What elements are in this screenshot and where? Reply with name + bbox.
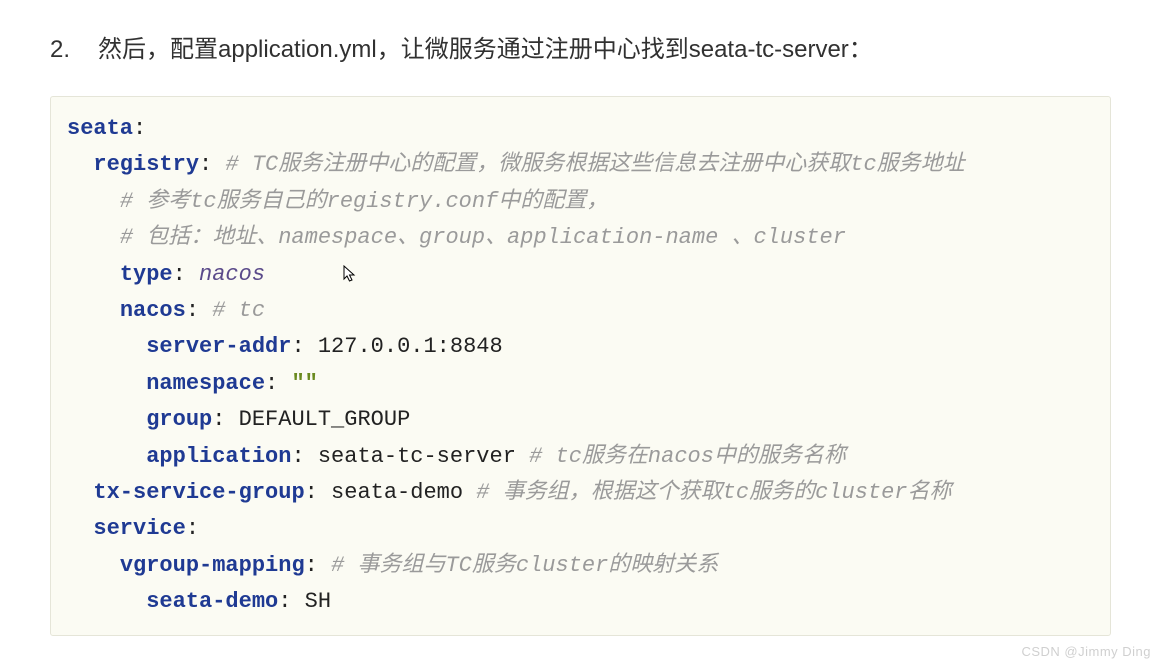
document-page: 2. 然后，配置application.yml，让微服务通过注册中心找到seat… <box>0 0 1161 636</box>
yaml-key: group <box>146 407 212 432</box>
yaml-key: service <box>93 516 185 541</box>
yaml-comment: # 包括：地址、namespace、group、application-name… <box>120 225 846 250</box>
yaml-key: application <box>146 444 291 469</box>
heading: 2. 然后，配置application.yml，让微服务通过注册中心找到seat… <box>50 32 1111 68</box>
watermark: CSDN @Jimmy Ding <box>1021 644 1151 659</box>
yaml-comment: # tc服务在nacos中的服务名称 <box>529 444 846 469</box>
yaml-key: type <box>120 262 173 287</box>
yaml-key: nacos <box>120 298 186 323</box>
heading-number: 2. <box>50 32 98 68</box>
yaml-key: tx-service-group <box>93 480 304 505</box>
yaml-key: namespace <box>146 371 265 396</box>
yaml-comment: # 事务组与TC服务cluster的映射关系 <box>331 553 718 578</box>
yaml-value: nacos <box>199 262 265 287</box>
heading-text: 然后，配置application.yml，让微服务通过注册中心找到seata-t… <box>98 32 873 68</box>
yaml-key: seata-demo <box>146 589 278 614</box>
yaml-comment: # 事务组，根据这个获取tc服务的cluster名称 <box>476 480 951 505</box>
yaml-value: SH <box>305 589 331 614</box>
yaml-key: server-addr <box>146 334 291 359</box>
yaml-key: vgroup-mapping <box>120 553 305 578</box>
yaml-value: seata-demo <box>331 480 463 505</box>
yaml-comment: # TC服务注册中心的配置，微服务根据这些信息去注册中心获取tc服务地址 <box>225 152 964 177</box>
yaml-value: seata-tc-server <box>318 444 516 469</box>
yaml-comment: # 参考tc服务自己的registry.conf中的配置， <box>120 189 608 214</box>
yaml-comment: # tc <box>212 298 265 323</box>
yaml-value: DEFAULT_GROUP <box>239 407 411 432</box>
yaml-key: seata <box>67 116 133 141</box>
yaml-code-block: seata: registry: # TC服务注册中心的配置，微服务根据这些信息… <box>50 96 1111 636</box>
cursor-icon <box>343 265 357 283</box>
yaml-key: registry <box>93 152 199 177</box>
yaml-value: 127.0.0.1:8848 <box>318 334 503 359</box>
yaml-value: "" <box>291 371 317 396</box>
